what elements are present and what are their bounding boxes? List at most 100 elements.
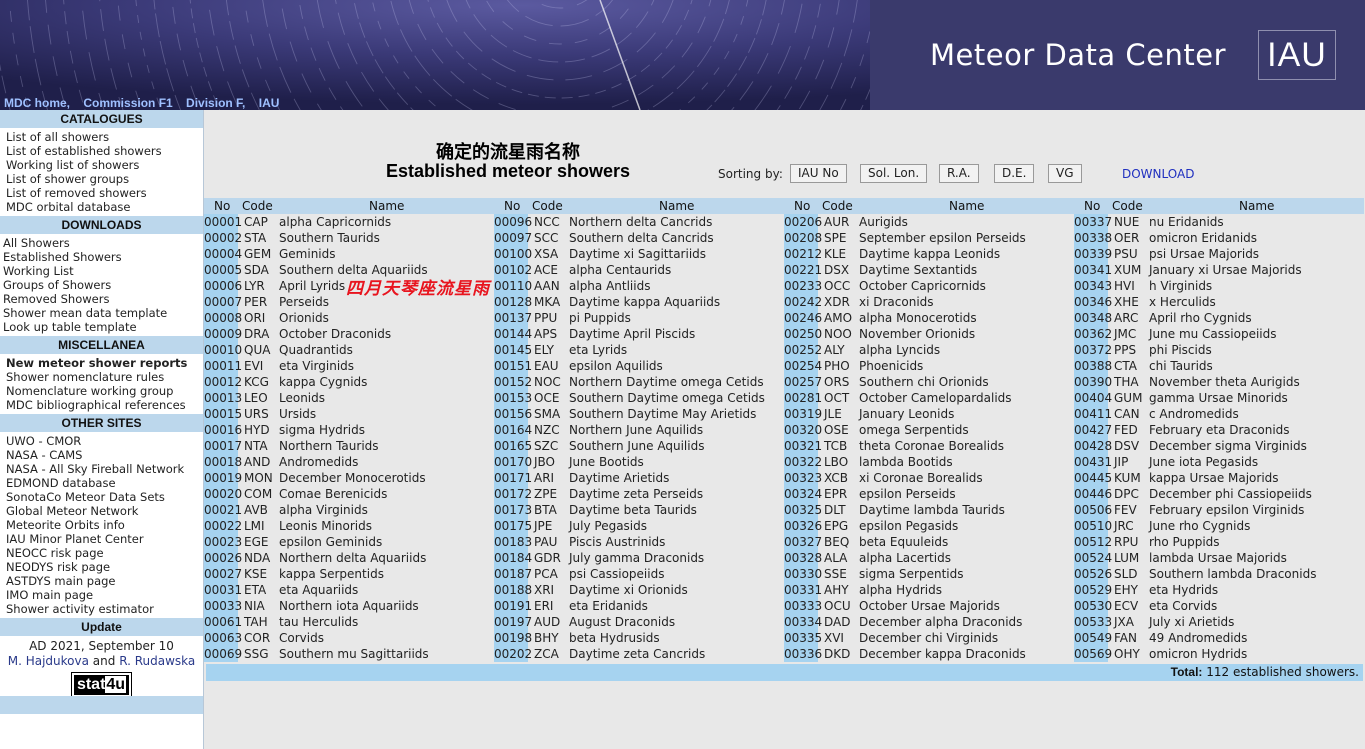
shower-code[interactable]: ZPE [534,486,557,502]
download-link[interactable]: DOWNLOAD [1122,167,1194,181]
sidebar-link-misc-2[interactable]: Nomenclature working group [6,384,203,398]
shower-code[interactable]: TCB [824,438,847,454]
shower-code[interactable]: BEQ [824,534,849,550]
sidebar-link-download-1[interactable]: Established Showers [3,250,203,264]
shower-code[interactable]: QUA [244,342,270,358]
sort-sol-lon-button[interactable]: Sol. Lon. [860,164,928,183]
shower-code[interactable]: URS [244,406,269,422]
shower-code[interactable]: EAU [534,358,559,374]
sidebar-link-site-2[interactable]: NASA - All Sky Fireball Network [6,462,203,476]
shower-code[interactable]: EVI [244,358,263,374]
shower-code[interactable]: DSV [1114,438,1139,454]
sidebar-link-site-6[interactable]: Meteorite Orbits info [6,518,203,532]
shower-code[interactable]: LYR [244,278,265,294]
sidebar-link-site-0[interactable]: UWO - CMOR [6,434,203,448]
shower-code[interactable]: AAN [534,278,560,294]
shower-code[interactable]: AVB [244,502,268,518]
shower-code[interactable]: ORI [244,310,265,326]
shower-code[interactable]: SCC [534,230,558,246]
shower-code[interactable]: PSU [1114,246,1138,262]
shower-code[interactable]: AMO [824,310,852,326]
shower-code[interactable]: ARI [534,470,554,486]
shower-code[interactable]: ETA [244,582,266,598]
shower-code[interactable]: CTA [1114,358,1137,374]
shower-code[interactable]: PHO [824,358,850,374]
shower-code[interactable]: SDA [244,262,269,278]
shower-code[interactable]: NZC [534,422,560,438]
sidebar-link-catalogue-3[interactable]: List of shower groups [6,172,203,186]
shower-code[interactable]: OCC [824,278,850,294]
shower-code[interactable]: AUD [534,614,560,630]
sidebar-link-site-10[interactable]: ASTDYS main page [6,574,203,588]
shower-code[interactable]: DKD [824,646,850,662]
shower-code[interactable]: OCT [824,390,849,406]
shower-code[interactable]: SMA [534,406,560,422]
shower-code[interactable]: EPG [824,518,848,534]
shower-code[interactable]: FAN [1114,630,1137,646]
shower-code[interactable]: COR [244,630,270,646]
shower-code[interactable]: DRA [244,326,269,342]
shower-code[interactable]: HVI [1114,278,1135,294]
shower-code[interactable]: DPC [1114,486,1139,502]
shower-code[interactable]: SSE [824,566,847,582]
sidebar-link-site-1[interactable]: NASA - CAMS [6,448,203,462]
shower-code[interactable]: NOO [824,326,852,342]
shower-code[interactable]: SSG [244,646,269,662]
shower-code[interactable]: XVI [824,630,844,646]
shower-code[interactable]: OCE [534,390,559,406]
shower-code[interactable]: PPS [1114,342,1136,358]
shower-code[interactable]: DSX [824,262,849,278]
shower-code[interactable]: NCC [534,214,560,230]
shower-code[interactable]: NOC [534,374,561,390]
shower-code[interactable]: THA [1114,374,1139,390]
shower-code[interactable]: ECV [1114,598,1138,614]
author-link-rudawska[interactable]: R. Rudawska [119,654,195,668]
shower-code[interactable]: KCG [244,374,269,390]
author-link-hajdukova[interactable]: M. Hajdukova [8,654,89,668]
shower-code[interactable]: XSA [534,246,558,262]
shower-code[interactable]: XDR [824,294,850,310]
shower-code[interactable]: MON [244,470,273,486]
shower-code[interactable]: FEV [1114,502,1137,518]
sidebar-link-site-3[interactable]: EDMOND database [6,476,203,490]
nav-commission-f1[interactable]: Commission F1 [83,96,172,110]
sort-vg-button[interactable]: VG [1048,164,1082,183]
shower-code[interactable]: STA [244,230,266,246]
shower-code[interactable]: KUM [1114,470,1141,486]
stat4u-badge[interactable]: stat4u [70,672,133,698]
shower-code[interactable]: MKA [534,294,560,310]
nav-division-f[interactable]: Division F, [186,96,245,110]
shower-code[interactable]: XUM [1114,262,1141,278]
sidebar-link-catalogue-2[interactable]: Working list of showers [6,158,203,172]
sidebar-link-misc-1[interactable]: Shower nomenclature rules [6,370,203,384]
sidebar-link-catalogue-4[interactable]: List of removed showers [6,186,203,200]
shower-code[interactable]: RPU [1114,534,1138,550]
shower-code[interactable]: HYD [244,422,270,438]
shower-code[interactable]: XRI [534,582,554,598]
shower-code[interactable]: ORS [824,374,849,390]
shower-code[interactable]: XHE [1114,294,1139,310]
shower-code[interactable]: LUM [1114,550,1139,566]
sidebar-link-site-11[interactable]: IMO main page [6,588,203,602]
shower-code[interactable]: AUR [824,214,849,230]
shower-code[interactable]: OHY [1114,646,1140,662]
shower-code[interactable]: ERI [534,598,553,614]
sidebar-link-catalogue-0[interactable]: List of all showers [6,130,203,144]
shower-code[interactable]: OSE [824,422,849,438]
shower-code[interactable]: CAP [244,214,268,230]
sidebar-link-download-2[interactable]: Working List [3,264,203,278]
sidebar-link-catalogue-5[interactable]: MDC orbital database [6,200,203,214]
shower-code[interactable]: JMC [1114,326,1136,342]
shower-code[interactable]: GUM [1114,390,1142,406]
shower-code[interactable]: ZCA [534,646,559,662]
shower-code[interactable]: LBO [824,454,848,470]
shower-code[interactable]: JRC [1114,518,1134,534]
shower-code[interactable]: PPU [534,310,557,326]
sidebar-link-catalogue-1[interactable]: List of established showers [6,144,203,158]
shower-code[interactable]: ELY [534,342,554,358]
shower-code[interactable]: OCU [824,598,851,614]
shower-code[interactable]: FED [1114,422,1138,438]
shower-code[interactable]: LMI [244,518,265,534]
sort-de-button[interactable]: D.E. [994,164,1035,183]
nav-mdc-home[interactable]: MDC home, [4,96,70,110]
